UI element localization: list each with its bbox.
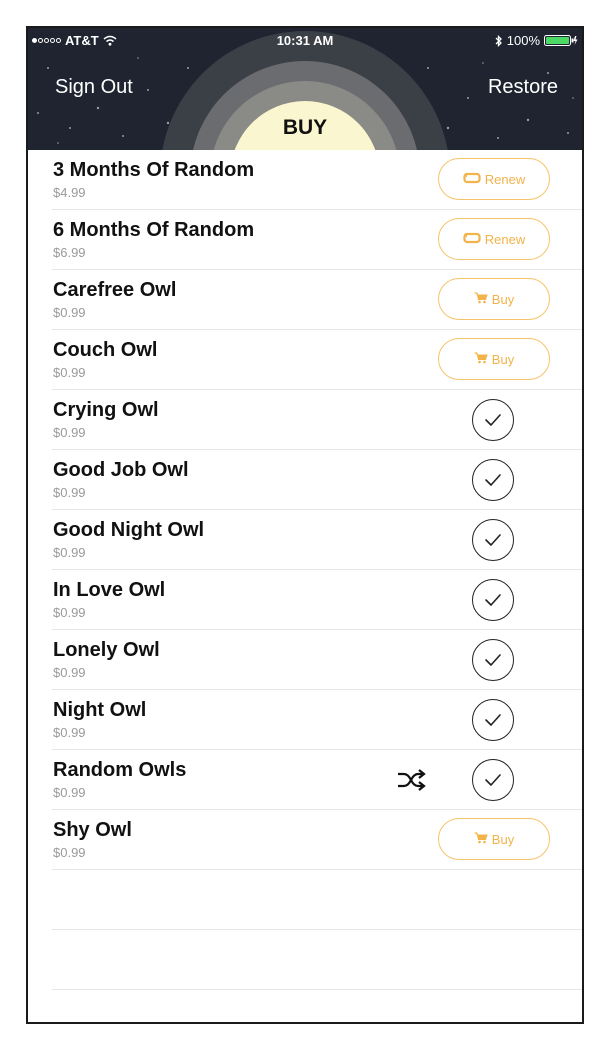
item-name: Carefree Owl (53, 279, 177, 301)
item-name: Random Owls (53, 759, 187, 781)
list-item: Shy Owl $0.99 Buy (52, 810, 582, 870)
renew-icon (463, 232, 481, 247)
renew-label: Renew (484, 231, 526, 247)
list-item: Carefree Owl $0.99 Buy (52, 270, 582, 330)
item-price: $0.99 (53, 845, 86, 860)
item-name: Couch Owl (53, 339, 158, 361)
item-name: Good Night Owl (53, 519, 205, 541)
item-price: $0.99 (53, 365, 86, 380)
status-bar: AT&T 10:31 AM 100% (28, 28, 582, 52)
phone-screen: AT&T 10:31 AM 100% Sign Out Restore BUY … (26, 26, 584, 1024)
checkmark-icon (472, 399, 514, 441)
sign-out-button[interactable]: Sign Out (55, 76, 133, 99)
buy-button[interactable]: Buy (438, 278, 550, 320)
list-item: Random Owls $0.99 (52, 750, 582, 810)
buy-label: Buy (491, 351, 515, 367)
cart-icon (474, 832, 488, 847)
buy-label: Buy (491, 831, 515, 847)
shuffle-icon[interactable] (396, 767, 426, 793)
list-item: Good Job Owl $0.99 (52, 450, 582, 510)
list-item: 6 Months Of Random $6.99 Renew (52, 210, 582, 270)
renew-label: Renew (484, 171, 526, 187)
renew-button[interactable]: Renew (438, 218, 550, 260)
item-price: $0.99 (53, 665, 86, 680)
buy-button[interactable]: Buy (438, 338, 550, 380)
item-price: $0.99 (53, 545, 86, 560)
item-name: 3 Months Of Random (53, 159, 255, 181)
checkmark-icon (472, 759, 514, 801)
item-name: Shy Owl (53, 819, 132, 841)
item-name: Lonely Owl (53, 639, 160, 661)
item-price: $0.99 (53, 605, 86, 620)
item-price: $0.99 (53, 305, 86, 320)
buy-button[interactable]: Buy (438, 818, 550, 860)
renew-button[interactable]: Renew (438, 158, 550, 200)
renew-icon (463, 172, 481, 187)
battery-percent: 100% (506, 33, 540, 48)
list-item: 3 Months Of Random $4.99 Renew (52, 150, 582, 210)
checkmark-icon (472, 519, 514, 561)
item-price: $0.99 (53, 725, 86, 740)
list-item: Crying Owl $0.99 (52, 390, 582, 450)
item-price: $6.99 (53, 245, 86, 260)
product-list: 3 Months Of Random $4.99 Renew 6 Months Of … (28, 150, 582, 990)
page-title: BUY (282, 116, 328, 139)
checkmark-icon (472, 639, 514, 681)
item-name: 6 Months Of Random (53, 219, 255, 241)
item-price: $4.99 (53, 185, 86, 200)
list-item: Lonely Owl $0.99 (52, 630, 582, 690)
cart-icon (474, 292, 488, 307)
empty-row (52, 930, 582, 990)
checkmark-icon (472, 579, 514, 621)
checkmark-icon (472, 699, 514, 741)
item-price: $0.99 (53, 785, 86, 800)
empty-row (52, 870, 582, 930)
checkmark-icon (472, 459, 514, 501)
list-item: Night Owl $0.99 (52, 690, 582, 750)
list-item: Couch Owl $0.99 Buy (52, 330, 582, 390)
item-name: Crying Owl (53, 399, 159, 421)
item-price: $0.99 (53, 485, 86, 500)
restore-button[interactable]: Restore (488, 76, 558, 99)
header: AT&T 10:31 AM 100% Sign Out Restore BUY (28, 28, 582, 150)
battery-icon (544, 35, 578, 46)
item-name: In Love Owl (53, 579, 166, 601)
item-price: $0.99 (53, 425, 86, 440)
item-name: Good Job Owl (53, 459, 189, 481)
buy-label: Buy (491, 291, 515, 307)
item-name: Night Owl (53, 699, 147, 721)
list-item: In Love Owl $0.99 (52, 570, 582, 630)
list-item: Good Night Owl $0.99 (52, 510, 582, 570)
cart-icon (474, 352, 488, 367)
bluetooth-icon (495, 34, 502, 47)
